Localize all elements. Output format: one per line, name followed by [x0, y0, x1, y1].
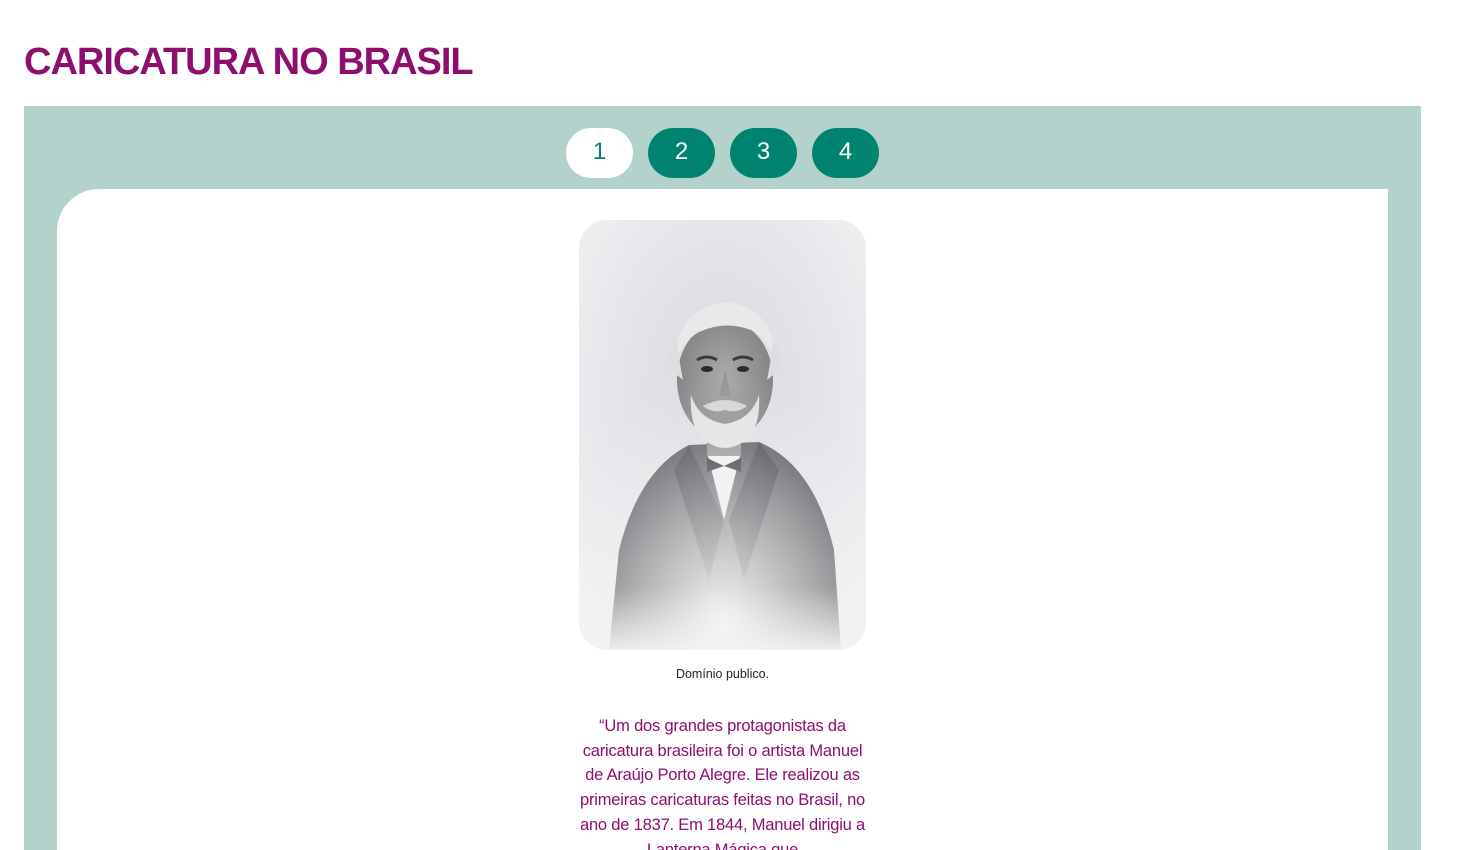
portrait-photo — [579, 220, 866, 650]
image-caption: Domínio publico. — [675, 667, 770, 681]
slide-card: Domínio publico. “Um dos grandes protago… — [57, 189, 1388, 850]
portrait-illustration — [579, 220, 866, 650]
page-title: CARICATURA NO BRASIL — [24, 41, 474, 83]
slide-quote: “Um dos grandes protagonistas da caricat… — [579, 717, 866, 850]
page: CARICATURA NO BRASIL 1 2 3 4 Domínio pub… — [0, 0, 1460, 850]
tab-2[interactable]: 2 — [648, 128, 715, 178]
tab-4[interactable]: 4 — [812, 128, 879, 178]
carousel-panel: 1 2 3 4 Domínio publico. “Um dos grandes… — [24, 106, 1421, 850]
tab-3[interactable]: 3 — [730, 128, 797, 178]
tab-1[interactable]: 1 — [566, 128, 633, 178]
slide-tabs: 1 2 3 4 — [566, 128, 879, 178]
